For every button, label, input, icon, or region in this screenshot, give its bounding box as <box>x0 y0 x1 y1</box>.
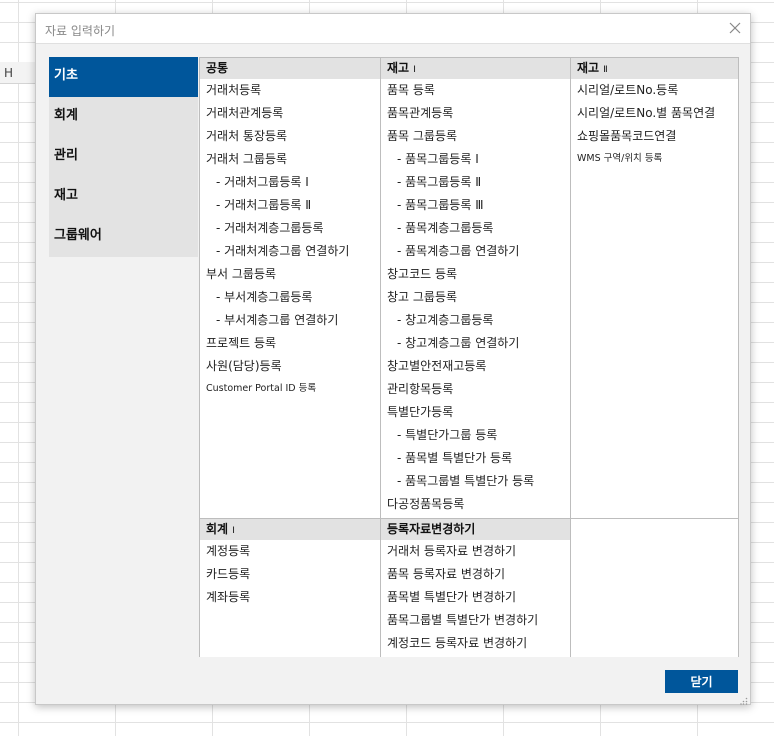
menu-item[interactable]: 품목그룹별 특별단가 변경하기 <box>381 609 570 632</box>
close-icon[interactable] <box>728 21 742 35</box>
menu-item[interactable]: 특별단가등록 <box>381 401 570 424</box>
nav-item-groupware[interactable]: 그룹웨어 <box>49 217 198 257</box>
menu-item[interactable]: 품목관계등록 <box>381 102 570 125</box>
section-header-common: 공통 <box>200 58 380 79</box>
menu-item[interactable]: 거래처 그룹등록 <box>200 148 380 171</box>
menu-item[interactable]: 거래처 등록자료 변경하기 <box>381 540 570 563</box>
menu-item[interactable]: 품목별 특별단가 변경하기 <box>381 586 570 609</box>
menu-item[interactable]: - 품목계층그룹 연결하기 <box>381 240 570 263</box>
menu-item[interactable]: Customer Portal ID 등록 <box>200 378 380 401</box>
menu-item[interactable]: 시리얼/로트No.별 품목연결 <box>571 102 738 125</box>
nav-item-inventory[interactable]: 재고 <box>49 177 198 217</box>
menu-item[interactable]: 품목 등록자료 변경하기 <box>381 563 570 586</box>
menu-item[interactable]: 품목 등록 <box>381 79 570 102</box>
menu-item[interactable]: 거래처관계등록 <box>200 102 380 125</box>
menu-item[interactable]: - 품목별 특별단가 등록 <box>381 447 570 470</box>
menu-item[interactable]: 사원(담당)등록 <box>200 355 380 378</box>
menu-item[interactable]: 품목 그룹등록 <box>381 125 570 148</box>
menu-item[interactable]: - 품목그룹등록 Ⅱ <box>381 171 570 194</box>
menu-list-inventory-1: 품목 등록 품목관계등록 품목 그룹등록 - 품목그룹등록 Ⅰ- 품목그룹등록 Ⅱ- … <box>381 79 570 516</box>
section-title: 재고 <box>387 61 410 75</box>
menu-item[interactable]: 거래처등록 <box>200 79 380 102</box>
menu-item[interactable]: 부서 그룹등록 <box>200 263 380 286</box>
menu-item[interactable]: - 거래처계층그룹등록 <box>200 217 380 240</box>
dialog-titlebar: 자료 입력하기 <box>36 14 750 44</box>
section-accounting-1: 회계 Ⅰ 계정등록 카드등록 계좌등록 <box>200 519 381 657</box>
menu-item[interactable]: 창고코드 등록 <box>381 263 570 286</box>
section-empty <box>571 519 738 657</box>
menu-item[interactable]: 카드등록 <box>200 563 380 586</box>
menu-item[interactable]: - 품목그룹별 특별단가 등록 <box>381 470 570 493</box>
menu-list-common: 거래처등록 거래처관계등록 거래처 통장등록 거래처 그룹등록 - 거래처그룹등록 Ⅰ-… <box>200 79 380 401</box>
menu-item[interactable]: 쇼핑몰품목코드연결 <box>571 125 738 148</box>
menu-item[interactable]: 계좌등록 <box>200 586 380 609</box>
section-header-inventory-2: 재고 Ⅱ <box>571 58 738 79</box>
nav-item-management[interactable]: 관리 <box>49 137 198 177</box>
data-entry-dialog: 자료 입력하기 기초 회계 관리 재고 그룹웨어 공통 거래처등록 거래처관계등록… <box>35 13 751 705</box>
menu-item[interactable]: 거래처 통장등록 <box>200 125 380 148</box>
section-data-change: 등록자료변경하기 거래처 등록자료 변경하기 품목 등록자료 변경하기 품목별 특별… <box>381 519 571 657</box>
category-nav: 기초 회계 관리 재고 그룹웨어 <box>49 57 198 257</box>
section-inventory-2: 재고 Ⅱ 시리얼/로트No.등록 시리얼/로트No.별 품목연결 쇼핑몰품목코드연결… <box>571 58 738 518</box>
resize-grip-icon[interactable] <box>740 694 748 705</box>
menu-item[interactable]: - 부서계층그룹 연결하기 <box>200 309 380 332</box>
section-inventory-1: 재고 Ⅰ 품목 등록 품목관계등록 품목 그룹등록 - 품목그룹등록 Ⅰ- 품목그룹등… <box>381 58 571 518</box>
section-roman-numeral: Ⅰ <box>232 526 235 536</box>
menu-item[interactable]: - 창고계층그룹 연결하기 <box>381 332 570 355</box>
close-button[interactable]: 닫기 <box>665 670 738 693</box>
section-header-inventory-1: 재고 Ⅰ <box>381 58 570 79</box>
menu-item[interactable]: 관리항목등록 <box>381 378 570 401</box>
menu-list-accounting-1: 계정등록 카드등록 계좌등록 <box>200 540 380 609</box>
section-header-data-change: 등록자료변경하기 <box>381 519 570 540</box>
section-title: 등록자료변경하기 <box>387 522 476 536</box>
menu-item[interactable]: - 특별단가그룹 등록 <box>381 424 570 447</box>
section-roman-numeral: Ⅱ <box>603 65 608 75</box>
menu-grid: 공통 거래처등록 거래처관계등록 거래처 통장등록 거래처 그룹등록 - 거래처그룹등록… <box>199 57 739 657</box>
menu-item[interactable]: - 품목계층그룹등록 <box>381 217 570 240</box>
menu-item[interactable]: - 품목그룹등록 Ⅰ <box>381 148 570 171</box>
menu-grid-row-2: 회계 Ⅰ 계정등록 카드등록 계좌등록 등록자료변경하기 거래처 등록자료 변경하기… <box>200 518 738 657</box>
menu-list-inventory-2: 시리얼/로트No.등록 시리얼/로트No.별 품목연결 쇼핑몰품목코드연결 WMS 구… <box>571 79 738 171</box>
section-title: 회계 <box>206 522 229 536</box>
section-title: 재고 <box>577 61 600 75</box>
menu-item[interactable]: 창고 그룹등록 <box>381 286 570 309</box>
menu-item[interactable]: 프로젝트 등록 <box>200 332 380 355</box>
section-roman-numeral: Ⅰ <box>413 65 416 75</box>
menu-item[interactable]: WMS 구역/위치 등록 <box>571 148 738 171</box>
section-common: 공통 거래처등록 거래처관계등록 거래처 통장등록 거래처 그룹등록 - 거래처그룹등록… <box>200 58 381 518</box>
menu-item[interactable]: - 거래처그룹등록 Ⅰ <box>200 171 380 194</box>
menu-item[interactable]: 시리얼/로트No.등록 <box>571 79 738 102</box>
section-header-accounting-1: 회계 Ⅰ <box>200 519 380 540</box>
section-title: 공통 <box>206 61 229 75</box>
dialog-title: 자료 입력하기 <box>45 24 116 38</box>
nav-item-basic[interactable]: 기초 <box>49 57 198 97</box>
menu-list-data-change: 거래처 등록자료 변경하기 품목 등록자료 변경하기 품목별 특별단가 변경하기 품목… <box>381 540 570 655</box>
nav-item-accounting[interactable]: 회계 <box>49 97 198 137</box>
menu-item[interactable]: - 거래처그룹등록 Ⅱ <box>200 194 380 217</box>
menu-item[interactable]: - 부서계층그룹등록 <box>200 286 380 309</box>
menu-item[interactable]: - 창고계층그룹등록 <box>381 309 570 332</box>
menu-item[interactable]: 계정등록 <box>200 540 380 563</box>
menu-item[interactable]: - 품목그룹등록 Ⅲ <box>381 194 570 217</box>
menu-item[interactable]: 창고별안전재고등록 <box>381 355 570 378</box>
spreadsheet-column-letter: H <box>4 66 14 80</box>
menu-item[interactable]: 계정코드 등록자료 변경하기 <box>381 632 570 655</box>
menu-item[interactable]: - 거래처계층그룹 연결하기 <box>200 240 380 263</box>
menu-item[interactable]: 다공정품목등록 <box>381 493 570 516</box>
